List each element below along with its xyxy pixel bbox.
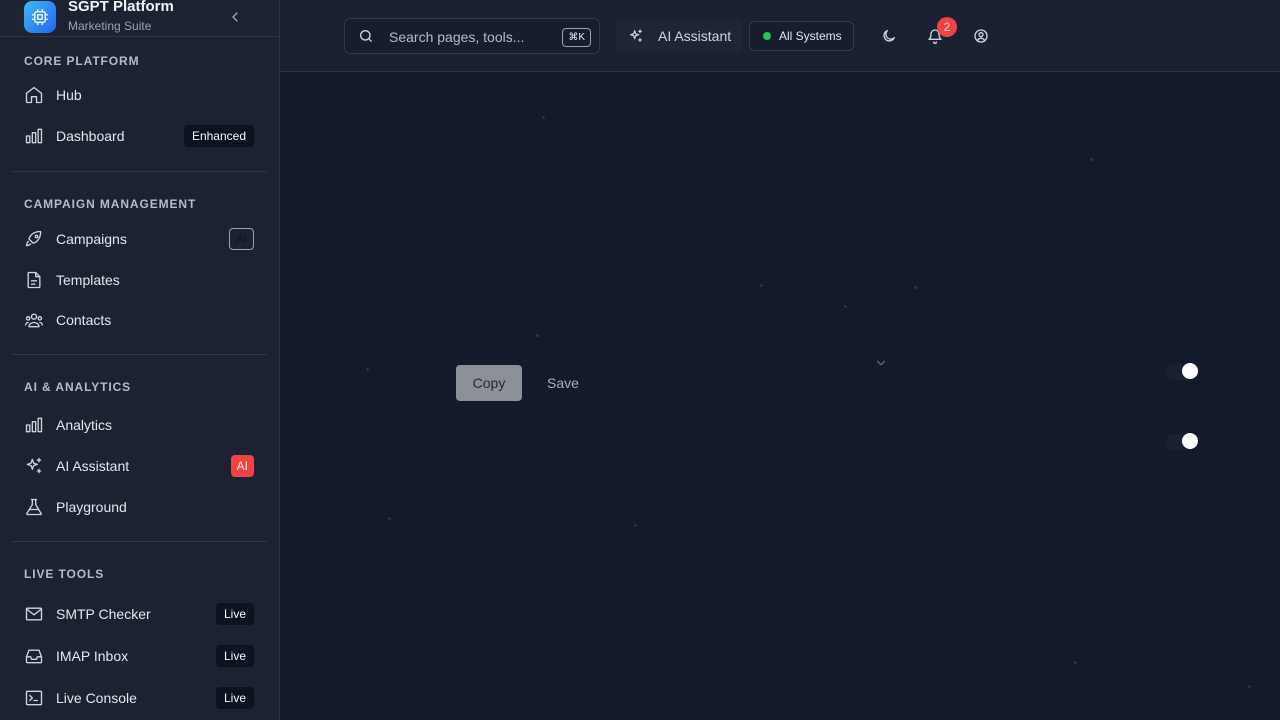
sidebar-item-label: IMAP Inbox (56, 648, 129, 664)
status-dot (763, 32, 771, 40)
users-icon (25, 313, 43, 328)
copy-button[interactable]: Copy (456, 365, 522, 401)
main-content: Copy Save (280, 72, 1280, 720)
sidebar-item-label: Contacts (56, 312, 112, 328)
background-dot (1090, 158, 1093, 161)
sidebar-item-label: Playground (56, 499, 127, 515)
sidebar-item-label: Templates (56, 272, 120, 288)
ai-assistant-button[interactable]: AI Assistant (616, 20, 742, 52)
system-status-button[interactable]: All Systems (749, 21, 854, 51)
toggle-switch[interactable] (1166, 433, 1198, 450)
toggle-knob (1182, 363, 1198, 379)
user-circle-icon (974, 29, 988, 43)
bar-chart-icon (25, 128, 43, 144)
background-dot (366, 368, 369, 371)
sidebar-item-campaigns[interactable]: Campaigns AI (0, 219, 279, 259)
background-dot (914, 286, 917, 289)
background-dot (542, 116, 545, 119)
top-bar: ⌘K AI Assistant All Systems 2 (280, 0, 1280, 72)
ai-assistant-label: AI Assistant (658, 28, 732, 44)
sidebar-item-imap-inbox[interactable]: IMAP Inbox Live (0, 635, 279, 677)
sparkles-icon (26, 457, 42, 474)
sidebar-item-label: Analytics (56, 417, 113, 433)
save-button[interactable]: Save (536, 365, 590, 401)
bar-chart-icon (25, 417, 43, 433)
chevron-down-icon[interactable] (874, 356, 888, 370)
sidebar-item-ai-assistant[interactable]: AI Assistant AI (0, 446, 279, 486)
sparkles-icon (630, 29, 642, 42)
flask-icon (26, 498, 42, 516)
ai-badge: AI (230, 455, 254, 477)
ai-badge: AI (228, 228, 254, 250)
moon-icon (883, 30, 895, 42)
section-title-campaign-management: CAMPAIGN MANAGEMENT (24, 197, 197, 211)
sidebar: SGPT Platform Marketing Suite CORE PLATF… (0, 0, 280, 720)
live-badge: Live (215, 687, 254, 709)
section-title-ai-analytics: AI & ANALYTICS (24, 380, 132, 394)
enhanced-badge: Enhanced (183, 125, 254, 147)
toggle-switch[interactable] (1166, 363, 1198, 380)
chip-logo-icon (24, 0, 56, 33)
section-title-core-platform: CORE PLATFORM (24, 54, 140, 68)
background-dot (1248, 685, 1251, 688)
brand-header: SGPT Platform Marketing Suite (0, 0, 279, 37)
sidebar-item-label: Campaigns (56, 231, 127, 247)
background-dot (388, 517, 391, 520)
background-dot (1074, 661, 1077, 664)
brand-title: SGPT Platform (68, 0, 174, 15)
sidebar-item-label: SMTP Checker (56, 606, 151, 622)
theme-toggle-button[interactable] (881, 28, 897, 44)
toggle-knob (1182, 433, 1198, 449)
terminal-icon (25, 690, 43, 706)
sidebar-item-hub[interactable]: Hub (0, 75, 279, 115)
sidebar-item-label: Live Console (56, 690, 137, 706)
mail-icon (25, 607, 43, 621)
system-status-label: All Systems (779, 29, 842, 43)
search-icon (360, 30, 372, 42)
rocket-icon (25, 230, 42, 247)
sidebar-item-templates[interactable]: Templates (0, 260, 279, 300)
sidebar-item-label: Hub (56, 87, 82, 103)
background-dot (844, 305, 847, 308)
sidebar-item-live-console[interactable]: Live Console Live (0, 677, 279, 719)
brand-subtitle: Marketing Suite (68, 19, 152, 33)
collapse-sidebar-button[interactable] (227, 9, 243, 25)
sidebar-item-smtp-checker[interactable]: SMTP Checker Live (0, 593, 279, 635)
search-box[interactable]: ⌘K (344, 18, 600, 54)
chevron-left-icon (232, 12, 238, 22)
sidebar-item-label: AI Assistant (56, 458, 130, 474)
search-input[interactable] (389, 27, 549, 47)
user-menu-button[interactable] (973, 28, 989, 44)
notification-count-badge: 2 (937, 17, 957, 37)
home-icon (25, 86, 43, 104)
search-shortcut: ⌘K (562, 28, 591, 47)
inbox-icon (25, 649, 43, 664)
section-title-live-tools: LIVE TOOLS (24, 567, 105, 581)
live-badge: Live (215, 645, 254, 667)
file-text-icon (27, 271, 41, 289)
background-dot (760, 284, 763, 287)
live-badge: Live (215, 603, 254, 625)
sidebar-item-contacts[interactable]: Contacts (0, 300, 279, 340)
sidebar-item-label: Dashboard (56, 128, 125, 144)
background-dot (536, 334, 539, 337)
sidebar-item-playground[interactable]: Playground (0, 487, 279, 527)
background-dot (634, 524, 637, 527)
sidebar-item-analytics[interactable]: Analytics (0, 405, 279, 445)
sidebar-item-dashboard[interactable]: Dashboard Enhanced (0, 116, 279, 156)
